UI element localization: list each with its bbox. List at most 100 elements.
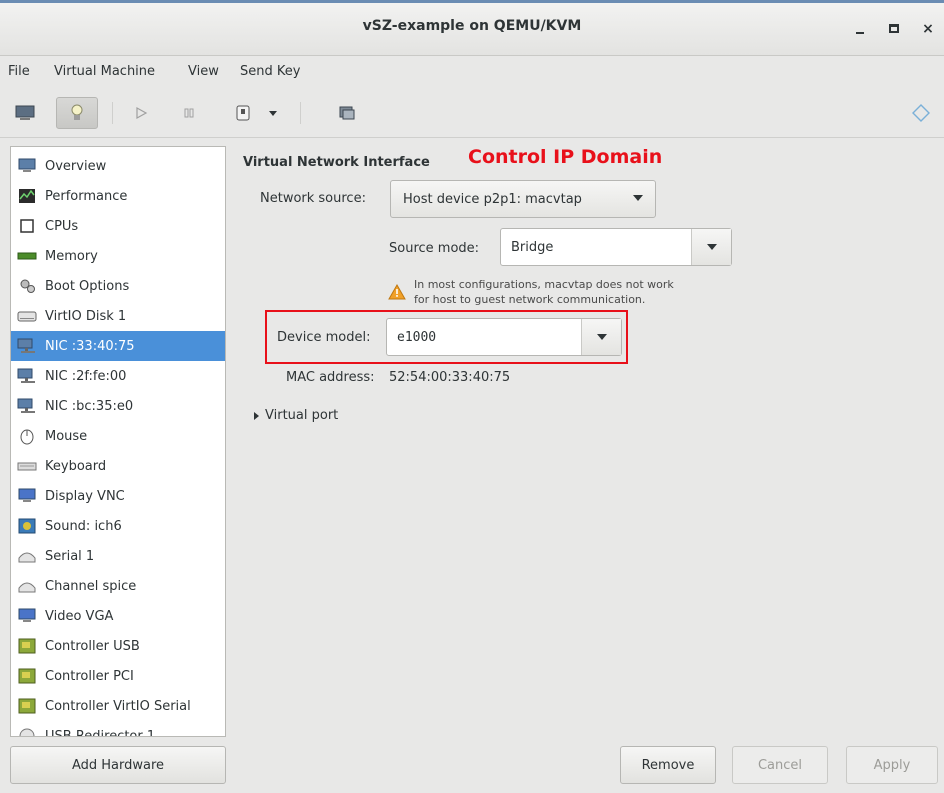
menu-virtual-machine[interactable]: Virtual Machine — [54, 64, 155, 79]
menu-view[interactable]: View — [188, 64, 219, 79]
device-model-value[interactable]: e1000 — [387, 330, 581, 345]
sidebar-item-label: Video VGA — [45, 608, 114, 624]
resize-button[interactable] — [906, 97, 936, 129]
add-hardware-button[interactable]: Add Hardware — [10, 746, 226, 784]
sidebar-item-label: NIC :33:40:75 — [45, 338, 135, 354]
sidebar-item[interactable]: Memory — [11, 241, 225, 271]
sidebar-item-label: Controller PCI — [45, 668, 134, 684]
network-icon — [17, 367, 37, 385]
display-icon — [17, 487, 37, 505]
chevron-down-icon — [269, 110, 277, 116]
sidebar-item-label: Display VNC — [45, 488, 125, 504]
expander-arrow-icon — [254, 411, 259, 420]
network-source-label: Network source: — [260, 191, 366, 206]
sidebar-item-label: NIC :2f:fe:00 — [45, 368, 127, 384]
sidebar-item-label: Boot Options — [45, 278, 130, 294]
network-source-value: Host device p2p1: macvtap — [403, 191, 582, 207]
sidebar-item[interactable]: Serial 1 — [11, 541, 225, 571]
sidebar-item[interactable]: Video VGA — [11, 601, 225, 631]
section-heading: Virtual Network Interface — [243, 155, 430, 170]
sidebar-item[interactable]: NIC :33:40:75 — [11, 331, 225, 361]
device-model-combo[interactable]: e1000 — [386, 318, 622, 356]
sidebar-item[interactable]: USB Redirector 1 — [11, 721, 225, 736]
mouse-icon — [17, 427, 37, 445]
sidebar-item-label: Channel spice — [45, 578, 137, 594]
sidebar-item-label: Controller USB — [45, 638, 140, 654]
maximize-icon — [889, 24, 899, 33]
toolbar-separator — [112, 102, 113, 124]
source-mode-value[interactable]: Bridge — [501, 240, 691, 255]
source-mode-combo[interactable]: Bridge — [500, 228, 732, 266]
annotation-label: Control IP Domain — [468, 146, 663, 168]
remove-button[interactable]: Remove — [620, 746, 716, 784]
apply-button[interactable]: Apply — [846, 746, 938, 784]
screenshot-icon — [339, 106, 355, 120]
warning-icon — [388, 284, 406, 300]
fullscreen-button[interactable] — [330, 97, 364, 129]
sidebar-item-label: Memory — [45, 248, 98, 264]
sound-icon — [17, 517, 37, 535]
minimize-icon — [856, 32, 864, 34]
menu-file[interactable]: File — [8, 64, 30, 79]
cpu-icon — [17, 217, 37, 235]
pause-icon — [184, 108, 194, 118]
sidebar-item-label: NIC :bc:35:e0 — [45, 398, 134, 414]
sidebar-item[interactable]: Boot Options — [11, 271, 225, 301]
network-icon — [17, 397, 37, 415]
source-mode-label: Source mode: — [389, 241, 480, 256]
sidebar-item-label: Overview — [45, 158, 107, 174]
sidebar-item-label: Sound: ich6 — [45, 518, 122, 534]
virtual-port-expander[interactable]: Virtual port — [254, 408, 338, 423]
sidebar-item[interactable]: Channel spice — [11, 571, 225, 601]
controller-icon — [17, 637, 37, 655]
warning-line: for host to guest network communication. — [414, 293, 646, 306]
warning-line: In most configurations, macvtap does not… — [414, 278, 674, 291]
graph-icon — [17, 187, 37, 205]
shutdown-button[interactable] — [226, 97, 260, 129]
close-icon: × — [922, 21, 934, 37]
menu-send-key[interactable]: Send Key — [240, 64, 300, 79]
sidebar-item[interactable]: Controller PCI — [11, 661, 225, 691]
controller-icon — [17, 667, 37, 685]
sidebar-item[interactable]: NIC :2f:fe:00 — [11, 361, 225, 391]
play-icon — [136, 106, 148, 120]
run-button[interactable] — [124, 97, 158, 129]
sidebar-item[interactable]: Controller USB — [11, 631, 225, 661]
power-icon — [236, 105, 250, 121]
video-icon — [17, 607, 37, 625]
chevron-down-icon — [707, 244, 717, 250]
memory-icon — [17, 247, 37, 265]
console-button[interactable] — [8, 97, 42, 129]
sidebar-item[interactable]: Sound: ich6 — [11, 511, 225, 541]
maximize-button[interactable] — [882, 17, 906, 41]
minimize-button[interactable] — [848, 17, 872, 41]
sidebar-item-label: Controller VirtIO Serial — [45, 698, 191, 714]
resize-icon — [912, 104, 930, 122]
window-title: vSZ-example on QEMU/KVM — [362, 18, 582, 34]
sidebar-item[interactable]: Mouse — [11, 421, 225, 451]
sidebar-item[interactable]: Overview — [11, 151, 225, 181]
sidebar-item-label: VirtIO Disk 1 — [45, 308, 127, 324]
cancel-button[interactable]: Cancel — [732, 746, 828, 784]
shutdown-menu-button[interactable] — [260, 97, 286, 129]
sidebar-item[interactable]: Performance — [11, 181, 225, 211]
channel-icon — [17, 577, 37, 595]
keyboard-icon — [17, 457, 37, 475]
details-panel: Virtual Network Interface Control IP Dom… — [236, 146, 936, 737]
sidebar-item[interactable]: VirtIO Disk 1 — [11, 301, 225, 331]
sidebar-item[interactable]: CPUs — [11, 211, 225, 241]
sidebar-item[interactable]: NIC :bc:35:e0 — [11, 391, 225, 421]
close-button[interactable]: × — [916, 17, 940, 41]
mac-address-label: MAC address: — [286, 370, 375, 385]
sidebar-item[interactable]: Controller VirtIO Serial — [11, 691, 225, 721]
virtual-port-label: Virtual port — [265, 408, 339, 423]
device-model-toggle[interactable] — [581, 319, 621, 355]
details-button[interactable] — [56, 97, 98, 129]
sidebar-item[interactable]: Keyboard — [11, 451, 225, 481]
source-mode-toggle[interactable] — [691, 229, 731, 265]
network-source-dropdown[interactable]: Host device p2p1: macvtap — [390, 180, 656, 218]
toolbar — [0, 88, 944, 138]
sidebar-item-label: Serial 1 — [45, 548, 95, 564]
pause-button[interactable] — [172, 97, 206, 129]
sidebar-item[interactable]: Display VNC — [11, 481, 225, 511]
